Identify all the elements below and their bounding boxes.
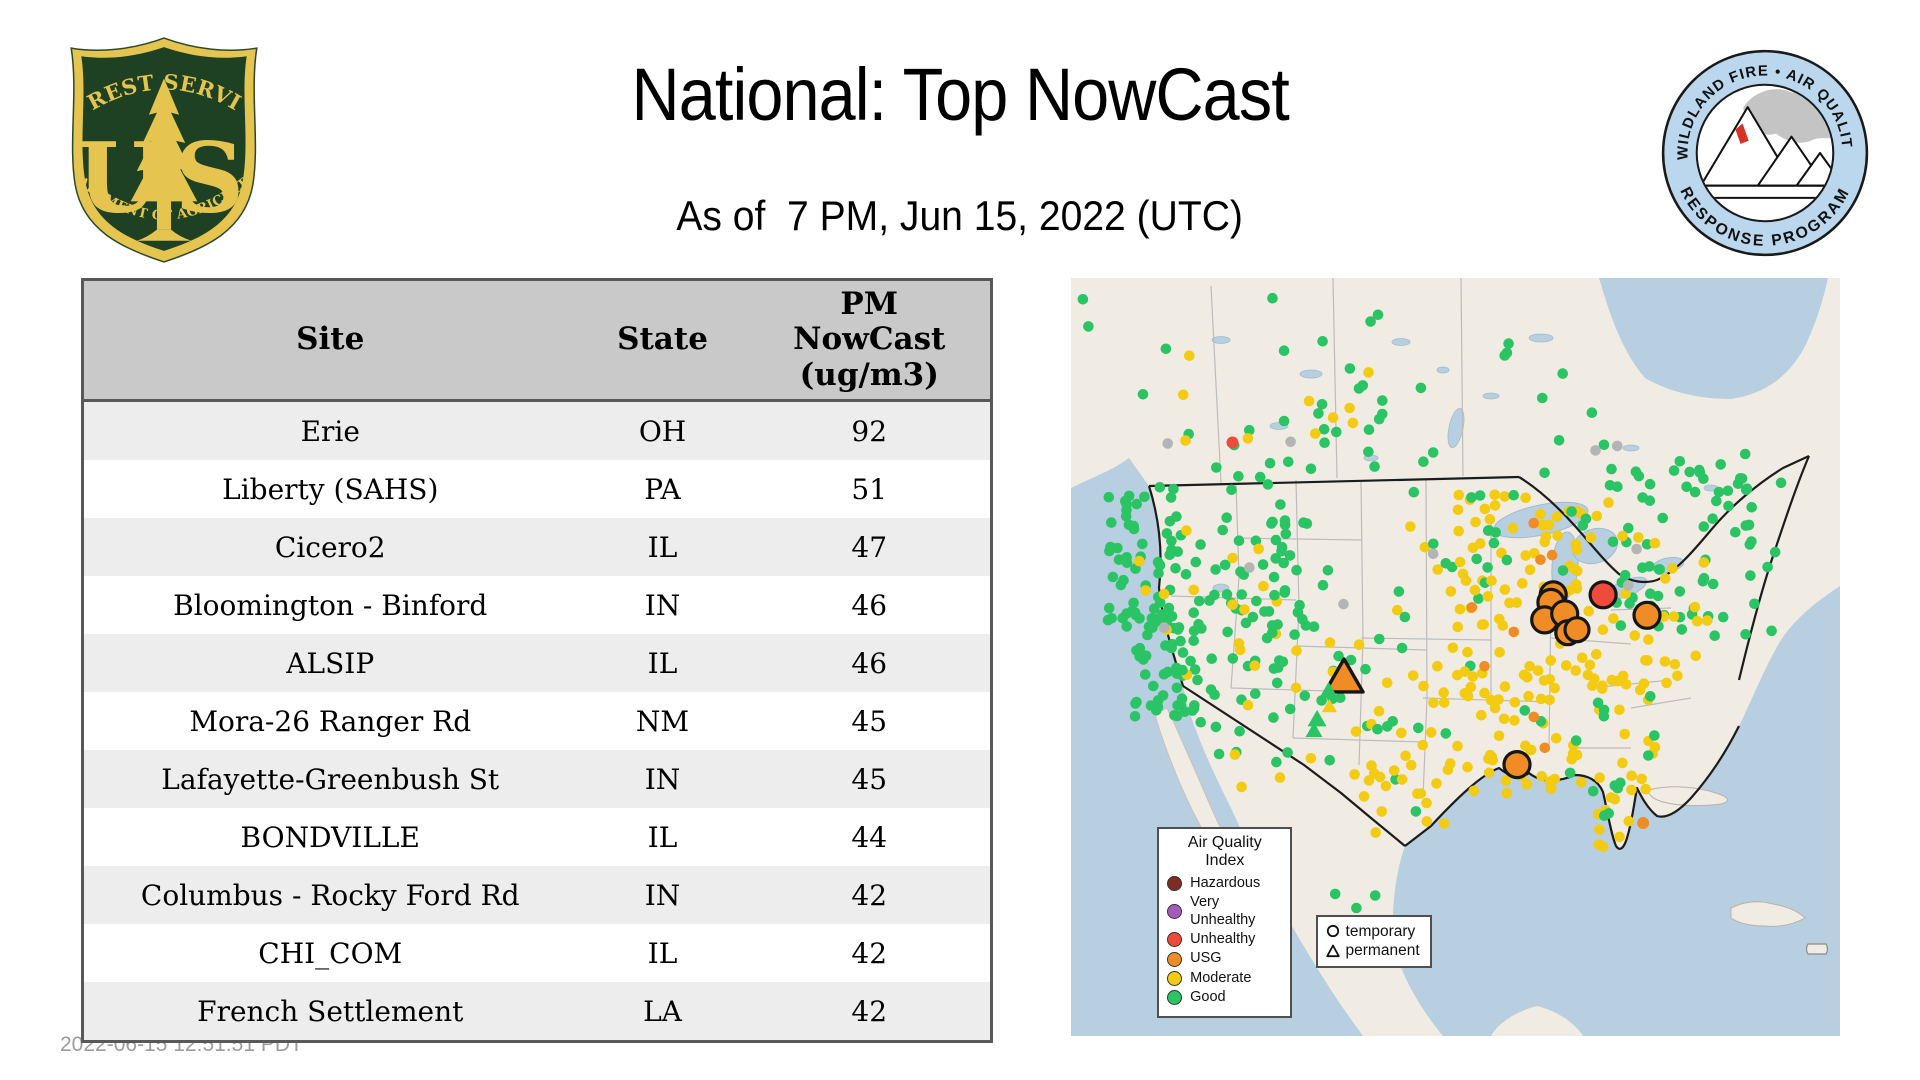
puerto-rico-island [1805, 943, 1829, 955]
aqi-legend-item: Hazardous [1167, 875, 1282, 892]
nowcast-table: Site State PM NowCast (ug/m3) Erie OH 92 Li… [81, 278, 993, 1043]
table-cell: IL [647, 936, 678, 970]
table-cell: IL [647, 530, 678, 564]
aqi-legend-item: Very Unhealthy [1167, 894, 1282, 929]
table-cell: IN [644, 588, 681, 622]
table-cell: OH [638, 414, 687, 448]
table-cell: French Settlement [197, 994, 464, 1028]
table-cell: Cicero2 [274, 530, 386, 564]
aqi-legend-label: Good [1190, 989, 1226, 1006]
table-cell: BONDVILLE [240, 820, 420, 854]
monitor-dot [1226, 436, 1239, 449]
table-row: BONDVILLE IL 44 [82, 808, 992, 866]
table-row: Liberty (SAHS) PA 51 [82, 460, 992, 518]
aqi-legend-label: Hazardous [1190, 874, 1261, 891]
table-cell: IL [647, 646, 678, 680]
table-cell: 47 [851, 530, 888, 564]
aqi-map: Air Quality Index Hazardous Very Unhealth… [1071, 278, 1840, 1036]
table-cell: NM [635, 704, 690, 738]
as-of-subtitle: As of 7 PM, Jun 15, 2022 (UTC) [676, 192, 1244, 239]
table-cell: IN [644, 878, 681, 912]
aqi-legend: Air Quality Index Hazardous Very Unhealth… [1157, 826, 1293, 1018]
aqi-legend-label: Moderate [1190, 969, 1252, 986]
nowcast-table-container: Site State PM NowCast (ug/m3) Erie OH 92 Li… [81, 278, 993, 1043]
aqi-color-swatch [1167, 951, 1183, 967]
top-site-marker [1632, 600, 1662, 630]
table-cell: 46 [851, 646, 888, 680]
permanent-triangle-icon [1325, 944, 1340, 957]
shape-legend-permanent: permanent [1325, 941, 1420, 960]
table-row: CHI_COM IL 42 [82, 924, 992, 982]
wfaqrp-logo: WILDLAND FIRE • AIR QUALITY RESPONSE PRO… [1658, 46, 1869, 257]
aqi-color-swatch [1167, 970, 1183, 986]
aqi-legend-item: USG [1167, 950, 1282, 967]
table-cell: 92 [851, 414, 888, 448]
table-cell: Erie [300, 414, 360, 448]
col-header-pm-nowcast: PM NowCast (ug/m3) [748, 279, 992, 402]
table-row: Erie OH 92 [82, 400, 992, 460]
aqi-legend-item: Unhealthy [1167, 931, 1282, 948]
table-cell: 45 [851, 762, 888, 796]
aqi-legend-item: Moderate [1167, 970, 1282, 987]
col-header-state: State [576, 279, 749, 402]
shape-legend: temporary permanent [1315, 914, 1432, 969]
table-cell: Bloomington - Binford [173, 588, 488, 622]
table-row: Cicero2 IL 47 [82, 518, 992, 576]
top-site-marker [1502, 750, 1532, 780]
table-cell: 42 [851, 994, 888, 1028]
table-cell: LA [643, 994, 682, 1028]
table-cell: IN [644, 762, 681, 796]
aqi-color-swatch [1167, 875, 1183, 891]
aqi-legend-label: USG [1190, 950, 1222, 967]
table-cell: 45 [851, 704, 888, 738]
table-header-row: Site State PM NowCast (ug/m3) [82, 279, 992, 402]
table-cell: PA [644, 472, 681, 506]
aqi-color-swatch [1167, 932, 1183, 948]
table-cell: 51 [851, 472, 888, 506]
shape-legend-label: temporary [1345, 922, 1416, 940]
aqi-legend-item: Good [1167, 989, 1282, 1006]
table-cell: 44 [851, 820, 888, 854]
table-row: Lafayette-Greenbush St IN 45 [82, 750, 992, 808]
slide: FOREST SERVICE U S DEPARTMENT OF AGRICUL… [0, 0, 1920, 1080]
table-cell: ALSIP [286, 646, 375, 680]
forest-service-logo: FOREST SERVICE U S DEPARTMENT OF AGRICUL… [58, 34, 258, 263]
aqi-color-swatch [1167, 904, 1183, 920]
table-cell: Lafayette-Greenbush St [161, 762, 500, 796]
nowcast-table-body: Erie OH 92 Liberty (SAHS) PA 51 Cicero2 IL 47 Blo… [82, 400, 992, 1042]
shape-legend-temporary: temporary [1326, 922, 1420, 941]
aqi-color-swatch [1167, 990, 1183, 1006]
table-cell: Liberty (SAHS) [222, 472, 439, 506]
top-site-marker [1563, 616, 1591, 644]
temporary-circle-icon [1326, 925, 1339, 938]
table-cell: 46 [851, 588, 888, 622]
col-header-site: Site [82, 279, 577, 402]
table-row: ALSIP IL 46 [82, 634, 992, 692]
top-site-marker [1588, 580, 1618, 610]
table-cell: IL [647, 820, 678, 854]
table-cell: 42 [851, 878, 888, 912]
table-row: Bloomington - Binford IN 46 [82, 576, 992, 634]
table-cell: Mora-26 Ranger Rd [189, 704, 472, 738]
aqi-legend-title: Air Quality Index [1187, 833, 1262, 869]
table-row: French Settlement LA 42 [82, 982, 992, 1042]
table-cell: CHI_COM [258, 936, 403, 970]
aqi-legend-label: Very Unhealthy [1190, 894, 1256, 928]
table-row: Mora-26 Ranger Rd NM 45 [82, 692, 992, 750]
monitor-dot [1637, 817, 1650, 829]
table-cell: Columbus - Rocky Ford Rd [140, 878, 520, 912]
page-title: National: Top NowCast [631, 53, 1289, 136]
table-cell: 42 [851, 936, 888, 970]
aqi-legend-label: Unhealthy [1190, 930, 1256, 947]
table-row: Columbus - Rocky Ford Rd IN 42 [82, 866, 992, 924]
shape-legend-label: permanent [1345, 942, 1420, 960]
aqi-legend-items: Hazardous Very Unhealthy Unhealthy USG Moder… [1167, 875, 1282, 1007]
